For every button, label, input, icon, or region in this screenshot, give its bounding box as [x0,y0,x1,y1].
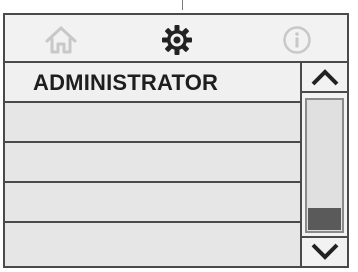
gear-icon[interactable] [159,23,195,57]
top-marker [182,0,183,10]
list-item[interactable] [5,103,300,143]
arrow-up-icon [311,69,338,86]
home-icon[interactable] [43,23,79,57]
list-item-label: ADMINISTRATOR [33,70,219,95]
list-item[interactable] [5,183,300,223]
scroll-thumb[interactable] [308,208,341,230]
list-item[interactable] [5,223,300,266]
header-bar [5,15,347,63]
scroll-down-button[interactable] [302,236,347,266]
scroll-track[interactable] [305,98,344,233]
menu-list: ADMINISTRATOR [5,63,302,266]
info-icon[interactable] [279,23,315,57]
list-item-administrator[interactable]: ADMINISTRATOR [5,63,300,103]
arrow-down-icon [311,243,338,260]
scrollbar[interactable] [302,63,347,266]
scroll-up-button[interactable] [302,63,347,93]
device-screen: ADMINISTRATOR [3,13,349,268]
list-item[interactable] [5,143,300,183]
